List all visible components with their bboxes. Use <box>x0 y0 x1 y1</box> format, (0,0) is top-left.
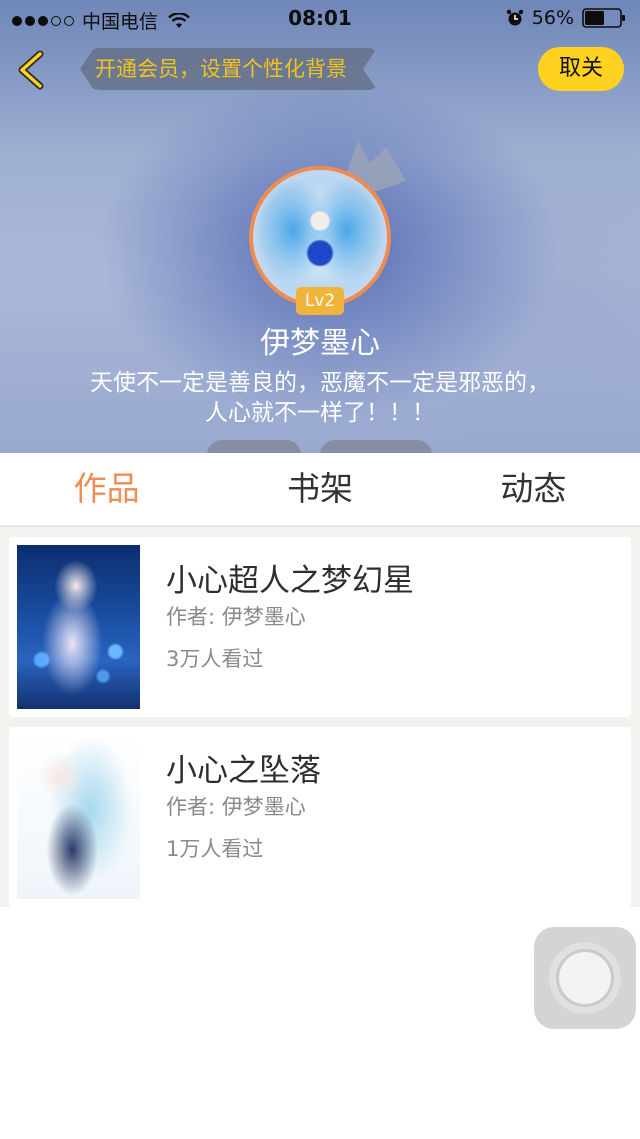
status-right: 56% <box>506 7 626 29</box>
alarm-icon <box>506 9 523 26</box>
following-count-pill[interactable] <box>207 440 301 453</box>
vip-background-banner[interactable]: 开通会员，设置个性化背景 <box>80 48 377 90</box>
works-list: 小心超人之梦幻星 作者: 伊梦墨心 3万人看过 小心之坠落 作者: 伊梦墨心 1… <box>0 527 640 907</box>
assistive-touch-button[interactable] <box>534 927 636 1029</box>
profile-header: 中国电信 08:01 56% 开通会员，设置个性化背景 取关 Lv2 伊梦墨心 … <box>0 0 640 453</box>
tab-activity[interactable]: 动态 <box>427 453 640 525</box>
bio-line-2: 人心就不一样了！！！ <box>205 400 435 426</box>
unfollow-button[interactable]: 取关 <box>538 47 624 91</box>
tab-bar: 作品 书架 动态 <box>0 453 640 527</box>
status-bar: 中国电信 08:01 56% <box>0 0 640 36</box>
book-views: 3万人看过 <box>166 647 264 671</box>
followers-count-pill[interactable] <box>320 440 432 453</box>
book-cover <box>17 735 140 899</box>
list-item[interactable]: 小心超人之梦幻星 作者: 伊梦墨心 3万人看过 <box>9 537 631 717</box>
book-author: 作者: 伊梦墨心 <box>166 605 306 629</box>
battery-icon <box>582 8 625 28</box>
book-author: 作者: 伊梦墨心 <box>166 795 306 819</box>
book-title: 小心超人之梦幻星 <box>166 563 414 599</box>
username: 伊梦墨心 <box>260 326 380 361</box>
book-title: 小心之坠落 <box>166 753 321 789</box>
back-button[interactable] <box>14 50 50 90</box>
bio-line-1: 天使不一定是善良的，恶魔不一定是邪恶的， <box>90 370 550 396</box>
tab-works[interactable]: 作品 <box>0 453 213 525</box>
user-bio: 天使不一定是善良的，恶魔不一定是邪恶的， 人心就不一样了！！！ <box>40 368 600 428</box>
list-item[interactable]: 小心之坠落 作者: 伊梦墨心 1万人看过 <box>9 727 631 907</box>
assistive-touch-core <box>559 952 611 1004</box>
level-badge: Lv2 <box>296 287 344 315</box>
battery-percent: 56% <box>531 7 574 29</box>
book-cover <box>17 545 140 709</box>
tab-bookshelf[interactable]: 书架 <box>213 453 426 525</box>
book-views: 1万人看过 <box>166 837 264 861</box>
